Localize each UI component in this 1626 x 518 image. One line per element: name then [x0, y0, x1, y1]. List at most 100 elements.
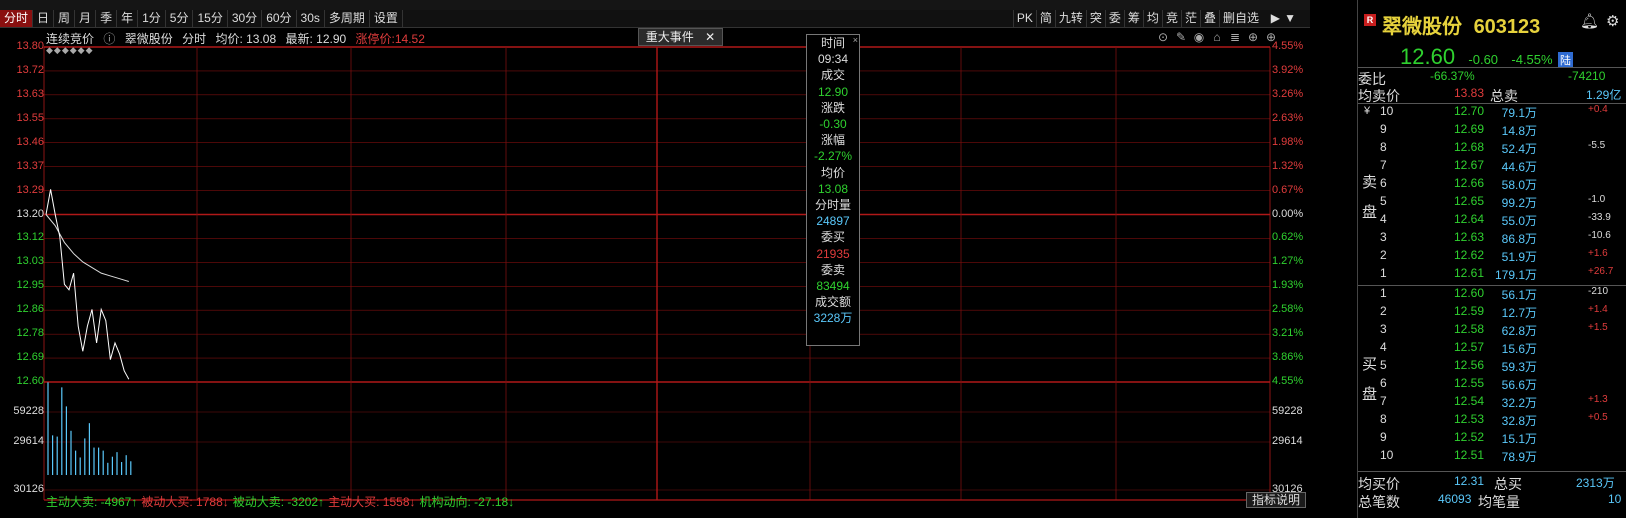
level-price: 12.51: [1454, 448, 1485, 462]
volume-bars: [47, 382, 132, 475]
level-change: +0.4: [1588, 104, 1608, 115]
level-volume: 99.2万: [1501, 196, 1537, 210]
level-number: 4: [1380, 212, 1387, 226]
level-price: 12.63: [1454, 230, 1485, 244]
level-number: 2: [1380, 248, 1387, 262]
pct-tick-right: 0.00%: [1272, 207, 1304, 220]
sell-level-row[interactable]: 4 12.64 55.0万 -33.9: [1358, 212, 1626, 230]
price-tick-left: 13.20: [16, 207, 44, 220]
level-volume: 78.9万: [1501, 450, 1537, 464]
quote-panel: R 翠微股份 603123 🔔︎ ⚙ 12.60 -0.60 -4.55% 陆 …: [1357, 0, 1626, 518]
level-price: 12.56: [1454, 358, 1485, 372]
level-volume: 56.6万: [1501, 378, 1537, 392]
level-number: 5: [1380, 194, 1387, 208]
total-trades-row: 总笔数 46093 均笔量 10: [1358, 492, 1622, 510]
level-volume: 32.2万: [1501, 396, 1537, 410]
sell-level-row[interactable]: 3 12.63 86.8万 -10.6: [1358, 230, 1626, 248]
flow-item: 机构动向: -27.18↓: [419, 495, 515, 509]
capital-flow-bar: 主动大卖: -4967↑ 被动大买: 1788↓ 被动大卖: -3202↑ 主动大买:…: [46, 493, 518, 510]
flow-item: 被动大买: 1788↓: [141, 495, 229, 509]
level-price: 12.70: [1454, 104, 1485, 118]
level-volume: 14.8万: [1501, 124, 1537, 138]
level-number: 1: [1380, 286, 1387, 300]
sell-level-row[interactable]: 2 12.62 51.9万 +1.6: [1358, 248, 1626, 266]
level-volume: 62.8万: [1501, 324, 1537, 338]
buy-level-row[interactable]: 10 12.51 78.9万: [1358, 448, 1626, 466]
flow-item: 主动大卖: -4967↑: [46, 495, 138, 509]
sell-level-row[interactable]: 5 12.65 99.2万 -1.0: [1358, 194, 1626, 212]
price-tick-left: 13.12: [16, 231, 44, 244]
level-change: -33.9: [1588, 212, 1611, 223]
sell-level-row[interactable]: 10 12.70 79.1万 +0.4: [1358, 104, 1626, 122]
buy-level-row[interactable]: 2 12.59 12.7万 +1.4: [1358, 304, 1626, 322]
level-volume: 56.1万: [1501, 288, 1537, 302]
pct-tick-right: 1.93%: [1272, 279, 1304, 292]
tooltip-value: 83494: [816, 279, 850, 294]
close-icon[interactable]: ×: [853, 35, 858, 45]
buy-level-row[interactable]: 6 12.55 56.6万: [1358, 376, 1626, 394]
level-volume: 44.6万: [1501, 160, 1537, 174]
buy-level-row[interactable]: 8 12.53 32.8万 +0.5: [1358, 412, 1626, 430]
gear-icon[interactable]: ⚙: [1606, 12, 1619, 30]
sell-level-row[interactable]: 8 12.68 52.4万 -5.5: [1358, 140, 1626, 158]
price-tick-left: 12.86: [16, 303, 44, 316]
tooltip-value: 13.08: [817, 181, 849, 196]
level-volume: 32.8万: [1501, 414, 1537, 428]
buy-level-row[interactable]: 3 12.58 62.8万 +1.5: [1358, 322, 1626, 340]
level-volume: 55.0万: [1501, 214, 1537, 228]
level-price: 12.58: [1454, 322, 1485, 336]
level-price: 12.61: [1454, 266, 1485, 280]
level-change: -1.0: [1588, 194, 1606, 205]
buy-level-row[interactable]: 7 12.54 32.2万 +1.3: [1358, 394, 1626, 412]
pct-tick-right: 1.98%: [1272, 135, 1304, 148]
level-volume: 51.9万: [1501, 250, 1537, 264]
buy-level-row[interactable]: 5 12.56 59.3万: [1358, 358, 1626, 376]
pct-tick-right: 3.21%: [1272, 327, 1304, 340]
avg-price-line: [45, 214, 129, 282]
level-number: 9: [1380, 122, 1387, 136]
volume-tick-left: 30126: [13, 483, 44, 495]
level-change: +1.4: [1588, 304, 1608, 315]
current-price: 12.60: [1400, 44, 1456, 69]
level-number: 2: [1380, 304, 1387, 318]
bell-icon[interactable]: 🔔︎: [1580, 12, 1599, 30]
level-volume: 52.4万: [1501, 142, 1537, 156]
level-change: +1.3: [1588, 394, 1608, 405]
level-price: 12.66: [1454, 176, 1485, 190]
level-change: +1.6: [1588, 248, 1608, 259]
level-number: 1: [1380, 266, 1387, 280]
level-number: 10: [1380, 104, 1394, 118]
buy-level-row[interactable]: 4 12.57 15.6万: [1358, 340, 1626, 358]
level-number: 8: [1380, 140, 1387, 154]
pct-tick-right: 1.32%: [1272, 159, 1304, 172]
level-price: 12.54: [1454, 394, 1485, 408]
level-volume: 58.0万: [1501, 178, 1537, 192]
level-volume: 86.8万: [1501, 232, 1537, 246]
level-volume: 79.1万: [1501, 106, 1537, 120]
pct-tick-right: 3.86%: [1272, 351, 1304, 364]
tooltip-label: 委卖: [820, 262, 845, 277]
avg-buy-row: 均买价 12.31 总买 2313万: [1358, 474, 1615, 492]
flow-item: 主动大买: 1558↓: [328, 495, 416, 509]
buy-level-row[interactable]: 1 12.60 56.1万 -210: [1358, 286, 1626, 304]
buy-level-row[interactable]: 9 12.52 15.1万: [1358, 430, 1626, 448]
level-number: 4: [1380, 340, 1387, 354]
tooltip-value: 24897: [816, 214, 850, 229]
price-tick-left: 13.46: [16, 135, 44, 148]
chart-grid: [43, 46, 1271, 501]
sell-level-row[interactable]: 1 12.61 179.1万 +26.7: [1358, 266, 1626, 284]
sell-level-row[interactable]: 9 12.69 14.8万: [1358, 122, 1626, 140]
level-change: +0.5: [1588, 412, 1608, 423]
pct-tick-right: 4.55%: [1272, 375, 1304, 387]
tooltip-label: 均价: [820, 165, 845, 180]
stock-title: 翠微股份 603123: [1382, 10, 1540, 39]
sell-level-row[interactable]: 7 12.67 44.6万: [1358, 158, 1626, 176]
tooltip-value: 12.90: [817, 84, 849, 99]
level-change: +1.5: [1588, 322, 1608, 333]
intraday-chart[interactable]: [0, 0, 1330, 518]
indicator-help-button[interactable]: 指标说明: [1246, 492, 1306, 508]
price-change: -0.60: [1468, 52, 1499, 67]
crosshair-tooltip: × 时间 09:34 成交 12.90 涨跌 -0.30 涨幅 -2.27% 均价 13.08 分时…: [806, 34, 860, 346]
sell-level-row[interactable]: 6 12.66 58.0万: [1358, 176, 1626, 194]
level-volume: 15.6万: [1501, 342, 1537, 356]
